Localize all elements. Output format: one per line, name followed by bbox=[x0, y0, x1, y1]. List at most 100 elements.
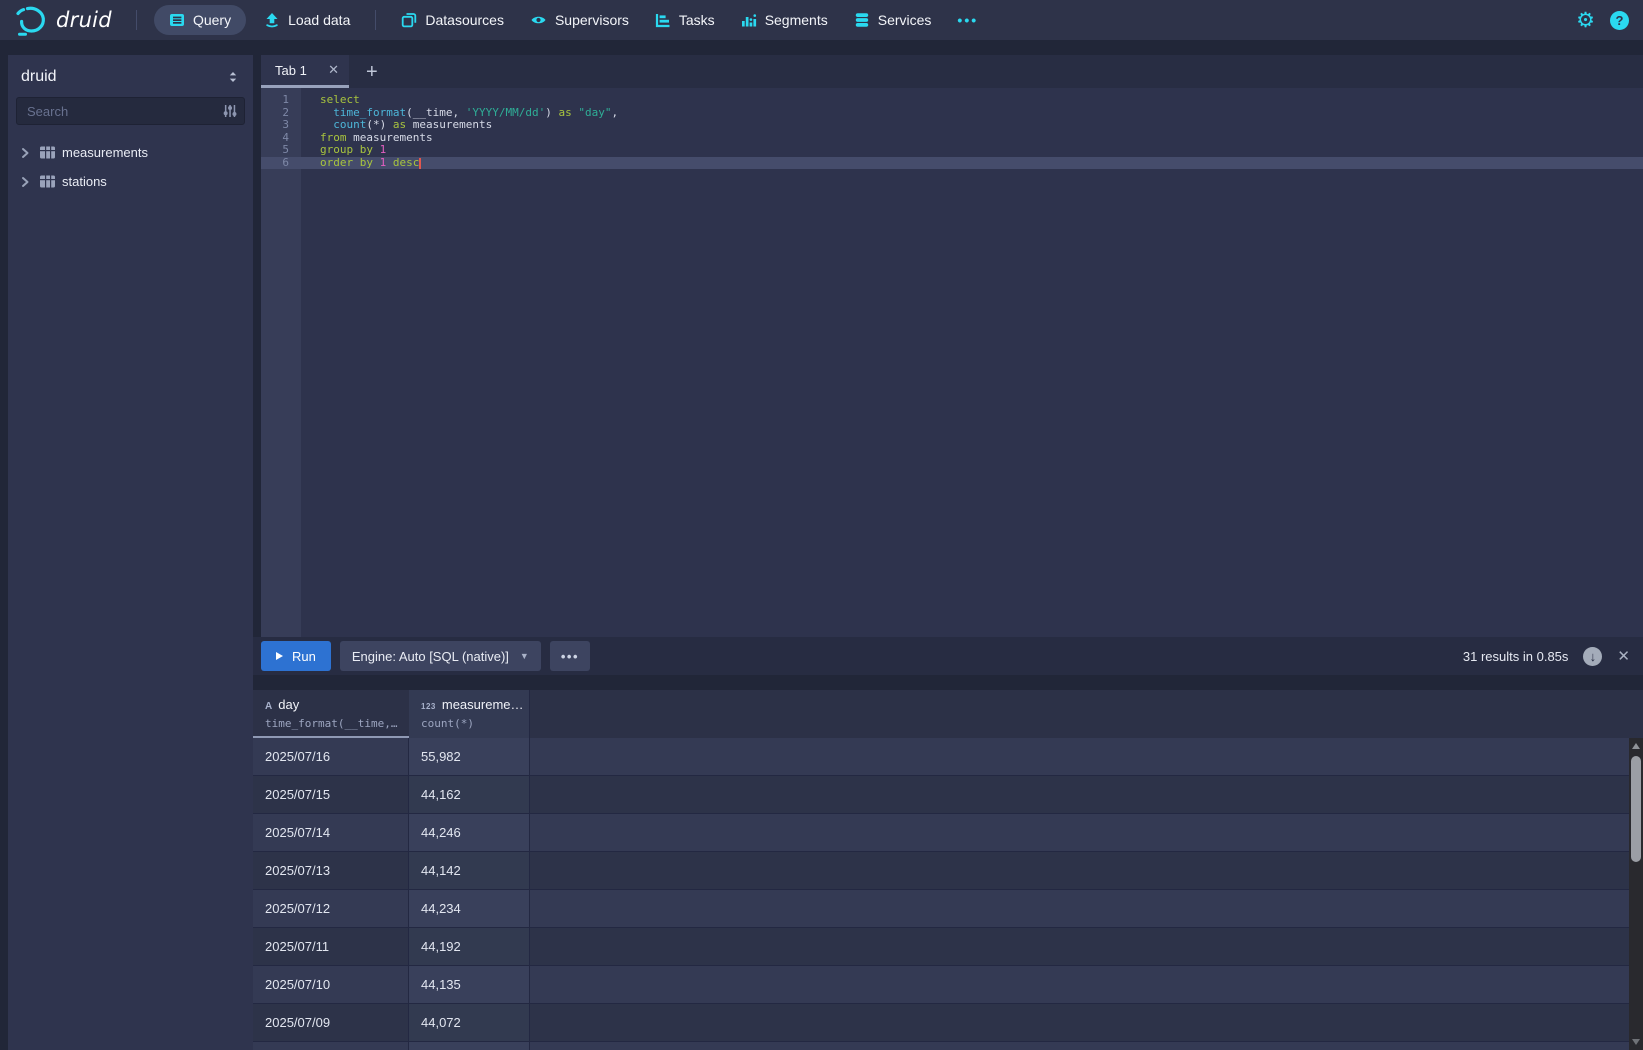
number-type-icon: 123 bbox=[421, 702, 436, 711]
engine-label: Engine: Auto [SQL (native)] bbox=[352, 649, 509, 664]
schema-header[interactable]: druid bbox=[8, 55, 253, 97]
column-expression: time_format(__time,… bbox=[265, 717, 409, 730]
sql-editor[interactable]: 1select2 time_format(__time, 'YYYY/MM/dd… bbox=[261, 88, 1643, 637]
druid-brand[interactable]: druid bbox=[14, 5, 112, 36]
engine-select-button[interactable]: Engine: Auto [SQL (native)] ▼ bbox=[340, 641, 541, 671]
table-cell-day[interactable]: 2025/07/15 bbox=[253, 776, 409, 813]
nav-label: Query bbox=[193, 12, 231, 28]
results-header: A day time_format(__time,… 123 measureme… bbox=[253, 690, 1643, 738]
table-row: 2025/07/1344,142 bbox=[253, 852, 1643, 890]
caret-down-icon: ▼ bbox=[520, 651, 529, 661]
column-header-measurements[interactable]: 123 measureme… count(*) bbox=[409, 690, 530, 738]
string-type-icon: A bbox=[265, 701, 272, 712]
double-caret-vertical-icon[interactable] bbox=[225, 69, 241, 85]
schema-sidebar: druid bbox=[8, 55, 253, 1050]
close-results-icon[interactable]: ✕ bbox=[1617, 647, 1630, 665]
code-line: 6order by 1 desc bbox=[261, 157, 1643, 170]
table-name: measurements bbox=[62, 145, 148, 160]
tab-close-icon[interactable]: ✕ bbox=[328, 62, 339, 78]
nav-label: Services bbox=[878, 12, 932, 28]
chevron-right-icon[interactable] bbox=[17, 145, 33, 161]
table-row: 2025/07/1244,234 bbox=[253, 890, 1643, 928]
chevron-right-icon[interactable] bbox=[17, 174, 33, 190]
scroll-down-arrow-icon[interactable] bbox=[1632, 1039, 1640, 1045]
run-label: Run bbox=[292, 649, 316, 664]
nav-item-more[interactable]: ••• bbox=[944, 0, 991, 40]
table-cell-measurements[interactable]: 44,072 bbox=[409, 1004, 530, 1041]
code-text: order by 1 desc bbox=[301, 157, 421, 170]
line-number: 5 bbox=[261, 144, 301, 157]
table-cell-measurements[interactable]: 44,234 bbox=[409, 890, 530, 927]
table-cell-day[interactable]: 2025/07/16 bbox=[253, 738, 409, 775]
tab-tab1[interactable]: Tab 1 ✕ bbox=[261, 55, 349, 88]
table-row: 2025/07/1444,246 bbox=[253, 814, 1643, 852]
table-cell-day[interactable]: 2025/07/13 bbox=[253, 852, 409, 889]
table-row bbox=[253, 1042, 1643, 1050]
table-row: 2025/07/1044,135 bbox=[253, 966, 1643, 1004]
code-line: 3 count(*) as measurements bbox=[261, 119, 1643, 132]
database-icon bbox=[854, 12, 870, 28]
play-icon bbox=[276, 652, 283, 660]
gear-icon[interactable]: ⚙ bbox=[1576, 10, 1595, 31]
run-toolbar: Run Engine: Auto [SQL (native)] ▼ ••• 31… bbox=[253, 637, 1643, 675]
table-cell-measurements[interactable]: 44,192 bbox=[409, 928, 530, 965]
table-cell-day[interactable] bbox=[253, 1042, 409, 1050]
tree-item-stations[interactable]: stations bbox=[8, 167, 253, 196]
table-cell-day[interactable]: 2025/07/10 bbox=[253, 966, 409, 1003]
table-row: 2025/07/1544,162 bbox=[253, 776, 1643, 814]
nav-item-tasks[interactable]: Tasks bbox=[642, 0, 728, 40]
scroll-up-arrow-icon[interactable] bbox=[1632, 743, 1640, 749]
nav-item-datasources[interactable]: Datasources bbox=[388, 0, 517, 40]
nav-item-segments[interactable]: Segments bbox=[728, 0, 841, 40]
nav-label: Segments bbox=[765, 12, 828, 28]
nav-item-supervisors[interactable]: Supervisors bbox=[517, 0, 642, 40]
datasources-icon bbox=[401, 12, 417, 28]
table-cell-measurements[interactable]: 44,246 bbox=[409, 814, 530, 851]
add-tab-icon[interactable]: + bbox=[366, 62, 378, 82]
filter-sliders-icon[interactable] bbox=[222, 103, 238, 119]
result-status: 31 results in 0.85s bbox=[1463, 649, 1569, 664]
column-name: measureme… bbox=[442, 697, 524, 712]
navbar-divider bbox=[136, 10, 137, 30]
query-more-button[interactable]: ••• bbox=[550, 641, 590, 671]
help-icon[interactable]: ? bbox=[1610, 11, 1629, 30]
eye-icon bbox=[530, 12, 547, 28]
tree-item-measurements[interactable]: measurements bbox=[8, 138, 253, 167]
search-input[interactable] bbox=[16, 97, 245, 125]
table-tree: measurements stations bbox=[8, 138, 253, 196]
table-cell-day[interactable]: 2025/07/09 bbox=[253, 1004, 409, 1041]
text-cursor bbox=[419, 158, 421, 169]
scrollbar-thumb[interactable] bbox=[1631, 756, 1641, 862]
nav-label: Datasources bbox=[425, 12, 504, 28]
editor-gutter bbox=[261, 88, 301, 637]
tab-label: Tab 1 bbox=[275, 63, 307, 78]
query-tabbar: Tab 1 ✕ + bbox=[261, 55, 1643, 88]
table-cell-measurements[interactable]: 44,142 bbox=[409, 852, 530, 889]
druid-wordmark: druid bbox=[56, 8, 112, 32]
top-navbar: druid Query Load data bbox=[0, 0, 1643, 40]
download-icon[interactable]: ↓ bbox=[1583, 647, 1602, 666]
table-cell-measurements[interactable]: 55,982 bbox=[409, 738, 530, 775]
column-header-day[interactable]: A day time_format(__time,… bbox=[253, 690, 409, 738]
results-panel: A day time_format(__time,… 123 measureme… bbox=[253, 690, 1643, 1050]
table-row: 2025/07/0944,072 bbox=[253, 1004, 1643, 1042]
result-toolbar-right: 31 results in 0.85s ↓ ✕ bbox=[1463, 647, 1643, 666]
vertical-scrollbar[interactable] bbox=[1629, 738, 1643, 1050]
query-icon bbox=[169, 12, 185, 28]
navbar-divider bbox=[375, 10, 376, 30]
run-button[interactable]: Run bbox=[261, 641, 331, 671]
table-cell-day[interactable]: 2025/07/11 bbox=[253, 928, 409, 965]
table-icon bbox=[39, 174, 56, 189]
table-cell-day[interactable]: 2025/07/12 bbox=[253, 890, 409, 927]
table-cell-measurements[interactable] bbox=[409, 1042, 530, 1050]
more-icon: ••• bbox=[561, 649, 579, 664]
nav-item-load-data[interactable]: Load data bbox=[251, 0, 363, 40]
nav-item-services[interactable]: Services bbox=[841, 0, 945, 40]
more-icon: ••• bbox=[957, 12, 978, 28]
code-line: 4from measurements bbox=[261, 132, 1643, 145]
table-cell-measurements[interactable]: 44,162 bbox=[409, 776, 530, 813]
table-cell-day[interactable]: 2025/07/14 bbox=[253, 814, 409, 851]
nav-item-query[interactable]: Query bbox=[154, 5, 246, 35]
table-cell-measurements[interactable]: 44,135 bbox=[409, 966, 530, 1003]
line-number: 6 bbox=[261, 157, 301, 170]
